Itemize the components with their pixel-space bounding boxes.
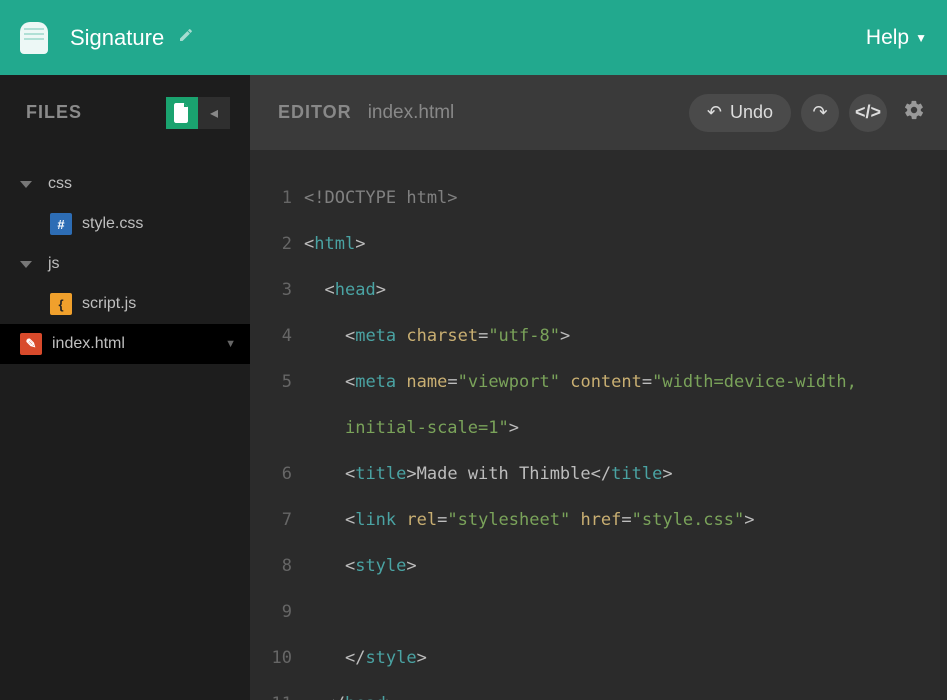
redo-icon: ↷: [812, 102, 827, 123]
help-menu[interactable]: Help ▼: [866, 26, 927, 50]
css-file-icon: #: [50, 213, 72, 235]
thimble-logo-icon: [20, 22, 48, 54]
undo-label: Undo: [730, 102, 773, 123]
folder-js[interactable]: js: [0, 244, 250, 284]
project-title: Signature: [70, 25, 164, 51]
help-label: Help: [866, 26, 909, 50]
triangle-down-icon: [20, 261, 32, 268]
chevron-left-icon: ◂: [210, 103, 218, 123]
pencil-icon[interactable]: [178, 27, 194, 48]
file-style-css[interactable]: # style.css: [0, 204, 250, 244]
editor-label: EDITOR: [278, 102, 352, 123]
caret-down-icon: ▼: [915, 31, 927, 45]
file-label: style.css: [82, 215, 143, 233]
editor-filename: index.html: [368, 102, 455, 124]
workspace: FILES ◂ css # style.css js: [0, 75, 947, 700]
html-file-icon: ✎: [20, 333, 42, 355]
new-file-button[interactable]: [166, 97, 198, 129]
folder-css[interactable]: css: [0, 164, 250, 204]
undo-icon: ↶: [707, 102, 722, 123]
files-label: FILES: [26, 102, 82, 123]
file-tree: css # style.css js { script.js ✎ index.h…: [0, 150, 250, 364]
code-editor[interactable]: 1<!DOCTYPE html> 2<html> 3 <head> 4 <met…: [250, 150, 947, 700]
file-index-html[interactable]: ✎ index.html ▼: [0, 324, 250, 364]
js-file-icon: {: [50, 293, 72, 315]
file-label: index.html: [52, 335, 125, 353]
top-bar: Signature Help ▼: [0, 0, 947, 75]
code-text: <!DOCTYPE html>: [304, 188, 458, 208]
editor-header: EDITOR index.html ↶ Undo ↷ </>: [250, 75, 947, 150]
editor-pane: EDITOR index.html ↶ Undo ↷ </> 1<!DOCTYP…: [250, 75, 947, 700]
file-icon: [174, 103, 190, 123]
collapse-sidebar-button[interactable]: ◂: [198, 97, 230, 129]
file-sidebar: FILES ◂ css # style.css js: [0, 75, 250, 700]
code-icon: </>: [855, 102, 881, 123]
undo-button[interactable]: ↶ Undo: [689, 94, 791, 132]
gear-icon: [903, 99, 925, 121]
settings-button[interactable]: [903, 99, 925, 127]
file-label: script.js: [82, 295, 136, 313]
folder-label: css: [48, 175, 72, 193]
caret-down-icon[interactable]: ▼: [225, 338, 236, 350]
redo-button[interactable]: ↷: [801, 94, 839, 132]
triangle-down-icon: [20, 181, 32, 188]
toggle-preview-button[interactable]: </>: [849, 94, 887, 132]
file-script-js[interactable]: { script.js: [0, 284, 250, 324]
folder-label: js: [48, 255, 60, 273]
sidebar-header: FILES ◂: [0, 75, 250, 150]
